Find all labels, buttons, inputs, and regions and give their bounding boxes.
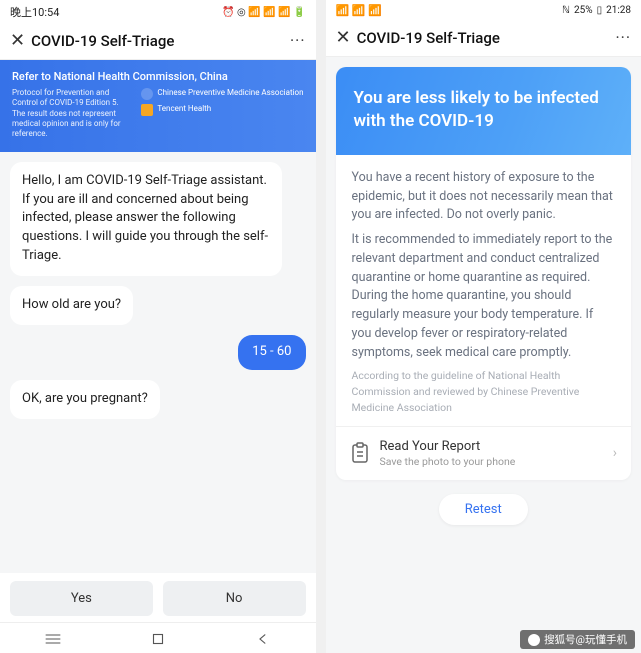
phone-screen-left: 晚上10:54 ⏰ ◎ 📶 📶 📶 🔋 ✕ COVID-19 Self-Tria… — [0, 0, 316, 653]
shield-icon — [141, 88, 153, 100]
report-title: Read Your Report — [380, 439, 603, 454]
banner-title: Refer to National Health Commission, Chi… — [12, 70, 304, 85]
bot-message: Hello, I am COVID-19 Self-Triage assista… — [10, 162, 282, 276]
status-signal: 📶 📶 📶 — [336, 4, 383, 17]
chevron-right-icon: › — [613, 445, 617, 461]
banner-badges: Chinese Preventive Medicine Association … — [141, 88, 303, 116]
more-icon[interactable]: ··· — [290, 31, 306, 50]
page-title: COVID-19 Self-Triage — [31, 32, 290, 50]
user-reply: 15 - 60 — [238, 335, 305, 370]
watermark: 搜狐号@玩懂手机 — [520, 630, 635, 649]
retest-wrap: Retest — [326, 480, 641, 535]
yes-button[interactable]: Yes — [10, 581, 153, 616]
result-paragraph: It is recommended to immediately report … — [352, 231, 616, 362]
result-headline: You are less likely to be infected with … — [336, 67, 632, 155]
answer-row: Yes No — [0, 573, 316, 622]
app-header: ✕ COVID-19 Self-Triage ··· — [0, 22, 316, 60]
info-banner: Refer to National Health Commission, Chi… — [0, 60, 316, 152]
page-title: COVID-19 Self-Triage — [357, 29, 616, 47]
status-bar: 晚上10:54 ⏰ ◎ 📶 📶 📶 🔋 — [0, 0, 316, 22]
back-icon[interactable] — [255, 633, 271, 645]
read-report-row[interactable]: Read Your Report Save the photo to your … — [336, 426, 632, 480]
bot-message: How old are you? — [10, 286, 133, 325]
no-button[interactable]: No — [163, 581, 306, 616]
battery-icon: ▯ — [597, 5, 603, 16]
recent-apps-icon[interactable] — [45, 633, 61, 645]
status-icons: ⏰ ◎ 📶 📶 📶 🔋 — [222, 7, 305, 18]
result-body: You have a recent history of exposure to… — [336, 155, 632, 426]
report-subtitle: Save the photo to your phone — [380, 455, 603, 468]
retest-button[interactable]: Retest — [439, 494, 528, 525]
badge-label: Tencent Health — [157, 104, 211, 115]
close-icon[interactable]: ✕ — [334, 27, 357, 48]
sohu-icon — [528, 634, 540, 646]
watermark-text: 搜狐号@玩懂手机 — [544, 632, 627, 647]
result-footnote: According to the guideline of National H… — [352, 368, 616, 415]
status-bar: 📶 📶 📶 ℕ 25% ▯ 21:28 — [326, 0, 641, 19]
close-icon[interactable]: ✕ — [8, 30, 31, 51]
banner-subtitle: Protocol for Prevention and Control of C… — [12, 88, 133, 140]
battery-percent: 25% — [574, 5, 593, 16]
badge-label: Chinese Preventive Medicine Association — [157, 88, 303, 99]
phone-screen-right: 📶 📶 📶 ℕ 25% ▯ 21:28 ✕ COVID-19 Self-Tria… — [326, 0, 641, 653]
status-time: 晚上10:54 — [10, 4, 59, 20]
nfc-icon: ℕ — [562, 5, 570, 16]
tencent-icon — [141, 104, 153, 116]
system-nav — [0, 622, 316, 653]
home-icon[interactable] — [150, 633, 166, 645]
status-time: 21:28 — [606, 5, 631, 16]
result-card: You are less likely to be infected with … — [336, 67, 632, 480]
result-paragraph: You have a recent history of exposure to… — [352, 169, 616, 225]
app-header: ✕ COVID-19 Self-Triage ··· — [326, 19, 641, 57]
bot-message: OK, are you pregnant? — [10, 380, 160, 419]
more-icon[interactable]: ··· — [615, 28, 631, 47]
chat-area: Hello, I am COVID-19 Self-Triage assista… — [0, 152, 316, 573]
report-icon — [350, 442, 370, 464]
status-right: ℕ 25% ▯ 21:28 — [562, 5, 631, 16]
